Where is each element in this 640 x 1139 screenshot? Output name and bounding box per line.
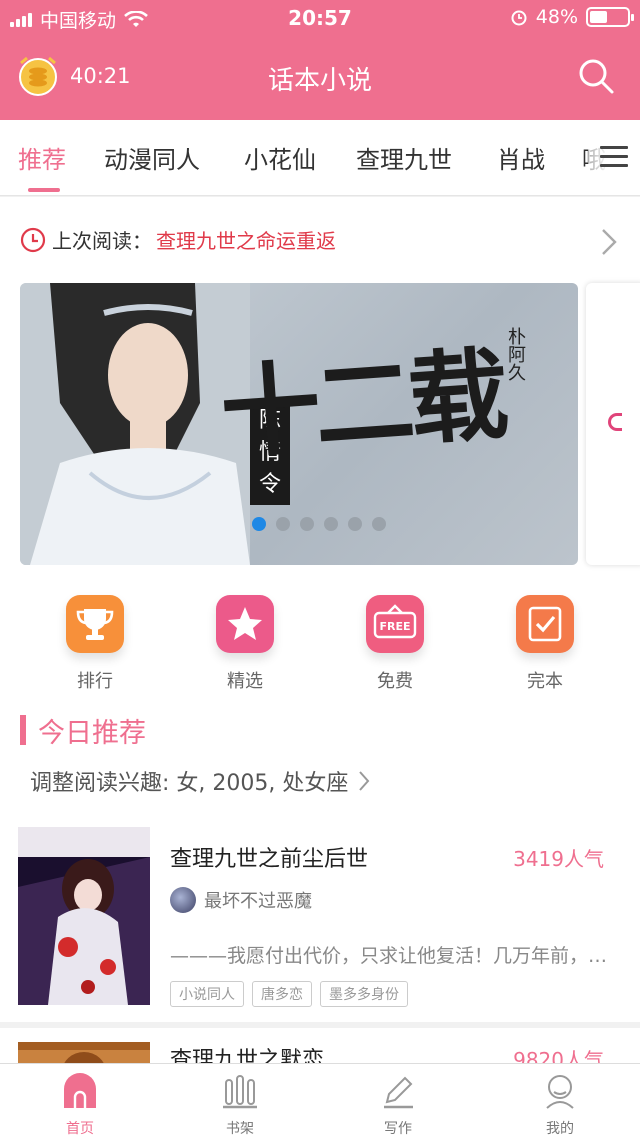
search-icon[interactable] — [576, 56, 616, 96]
tab-xiaozhan[interactable]: 肖战 — [497, 140, 545, 175]
battery-percent: 48% — [535, 6, 578, 28]
alarm-icon — [511, 10, 527, 26]
tab-bookshelf[interactable]: 书架 — [200, 1072, 280, 1138]
tab-charlie[interactable]: 查理九世 — [356, 140, 452, 175]
book-description: ———我愿付出代价，只求让他复活！几万年前，人类与魔族之间爆发战争 — [170, 945, 620, 967]
banner-next-slide[interactable] — [586, 283, 640, 565]
feature-ranking[interactable]: 排行 — [35, 595, 155, 693]
pagination-dot[interactable] — [372, 517, 386, 531]
tab-home[interactable]: 首页 — [40, 1072, 120, 1138]
banner-author: 朴阿久 — [505, 327, 526, 381]
menu-icon[interactable] — [588, 120, 640, 195]
feature-free-label: 免费 — [377, 671, 413, 692]
free-icon: FREE — [366, 595, 424, 653]
last-read-row[interactable]: 上次阅读： 查理九世之命运重返 — [20, 225, 336, 254]
tab-profile[interactable]: 我的 — [520, 1072, 600, 1138]
nav-bar: 40:21 话本小说 — [0, 36, 640, 120]
book-tag[interactable]: 小说同人 — [170, 981, 244, 1007]
last-read-label: 上次阅读： — [52, 229, 152, 253]
book-title[interactable]: 查理九世之默恋 — [170, 1042, 324, 1063]
book-title[interactable]: 查理九世之前尘后世 — [170, 841, 368, 873]
banner-portrait — [20, 283, 250, 565]
tab-anime[interactable]: 动漫同人 — [104, 140, 200, 175]
banner-pagination[interactable] — [252, 517, 386, 531]
pagination-dot[interactable] — [300, 517, 314, 531]
feature-selected[interactable]: 精选 — [185, 595, 305, 693]
feature-selected-label: 精选 — [227, 671, 263, 692]
tab-indicator — [28, 188, 60, 192]
battery-icon — [586, 7, 634, 27]
chevron-right-icon — [359, 771, 370, 791]
app-title: 话本小说 — [267, 66, 372, 96]
pen-icon — [384, 1076, 413, 1109]
status-bar: 中国移动 20:57 48% — [0, 0, 640, 36]
feature-completed[interactable]: 完本 — [485, 595, 605, 693]
banner-title: 十二载 — [216, 335, 507, 473]
book-author-name: 最坏不过恶魔 — [204, 891, 312, 912]
pagination-dot[interactable] — [276, 517, 290, 531]
home-icon — [64, 1073, 96, 1108]
section-accent — [20, 715, 26, 745]
pagination-dot[interactable] — [348, 517, 362, 531]
clock-icon — [20, 227, 46, 252]
tab-home-label: 首页 — [66, 1121, 94, 1137]
feature-free[interactable]: FREE 免费 — [335, 595, 455, 693]
star-icon — [216, 595, 274, 653]
tab-profile-label: 我的 — [546, 1121, 574, 1137]
svg-text:FREE: FREE — [379, 620, 410, 633]
recommend-page: 上次阅读： 查理九世之命运重返 陈情令 十二载 朴阿久 排行 精选 FREE 免… — [0, 197, 640, 1022]
book-popularity: 3419人气 — [513, 847, 604, 871]
book-tags: 小说同人 唐多恋 墨多多身份 — [170, 981, 408, 1007]
feature-row: 排行 精选 FREE 免费 完本 — [0, 595, 640, 695]
book-card[interactable]: 查理九世之默恋 9820人气 — [0, 1028, 640, 1063]
book-cover[interactable] — [18, 827, 150, 1005]
content-area: 推荐 动漫同人 小花仙 查理九世 肖战 哦 上次阅读： 查理九世之命运重返 — [0, 120, 640, 1063]
book-cover[interactable] — [18, 1042, 150, 1063]
pagination-dot[interactable] — [324, 517, 338, 531]
tab-recommend[interactable]: 推荐 — [18, 140, 66, 175]
interest-text: 调整阅读兴趣: 女, 2005, 处女座 — [30, 771, 349, 796]
tab-write-label: 写作 — [384, 1121, 412, 1137]
author-avatar — [170, 887, 196, 913]
banner-slide[interactable]: 陈情令 十二载 朴阿久 — [20, 283, 578, 565]
pagination-dot[interactable] — [252, 517, 266, 531]
book-tag[interactable]: 唐多恋 — [252, 981, 312, 1007]
profile-icon — [546, 1075, 574, 1109]
book-popularity: 9820人气 — [513, 1048, 604, 1063]
book-tag[interactable]: 墨多多身份 — [320, 981, 408, 1007]
tab-bookshelf-label: 书架 — [226, 1121, 254, 1137]
tab-write[interactable]: 写作 — [358, 1072, 438, 1138]
bookshelf-icon — [223, 1075, 257, 1109]
last-read-book[interactable]: 查理九世之命运重返 — [156, 225, 336, 254]
feature-completed-label: 完本 — [527, 671, 563, 692]
section-header: 今日推荐 — [20, 714, 146, 749]
book-card[interactable]: 查理九世之前尘后世 3419人气 最坏不过恶魔 ———我愿付出代价，只求让他复活… — [0, 817, 640, 1021]
category-tabs: 推荐 动漫同人 小花仙 查理九世 肖战 哦 — [0, 120, 640, 196]
trophy-icon — [66, 595, 124, 653]
feature-ranking-label: 排行 — [77, 671, 113, 692]
chevron-right-icon[interactable] — [600, 227, 618, 257]
check-icon — [516, 595, 574, 653]
tab-xiaohuaxian[interactable]: 小花仙 — [244, 140, 316, 175]
section-title: 今日推荐 — [38, 717, 146, 749]
interest-setting[interactable]: 调整阅读兴趣: 女, 2005, 处女座 — [30, 765, 370, 797]
bottom-tab-bar: 首页 书架 写作 我的 — [0, 1063, 640, 1139]
book-author: 最坏不过恶魔 — [170, 887, 312, 913]
app-header: 中国移动 20:57 48% 40:21 话本小说 — [0, 0, 640, 120]
